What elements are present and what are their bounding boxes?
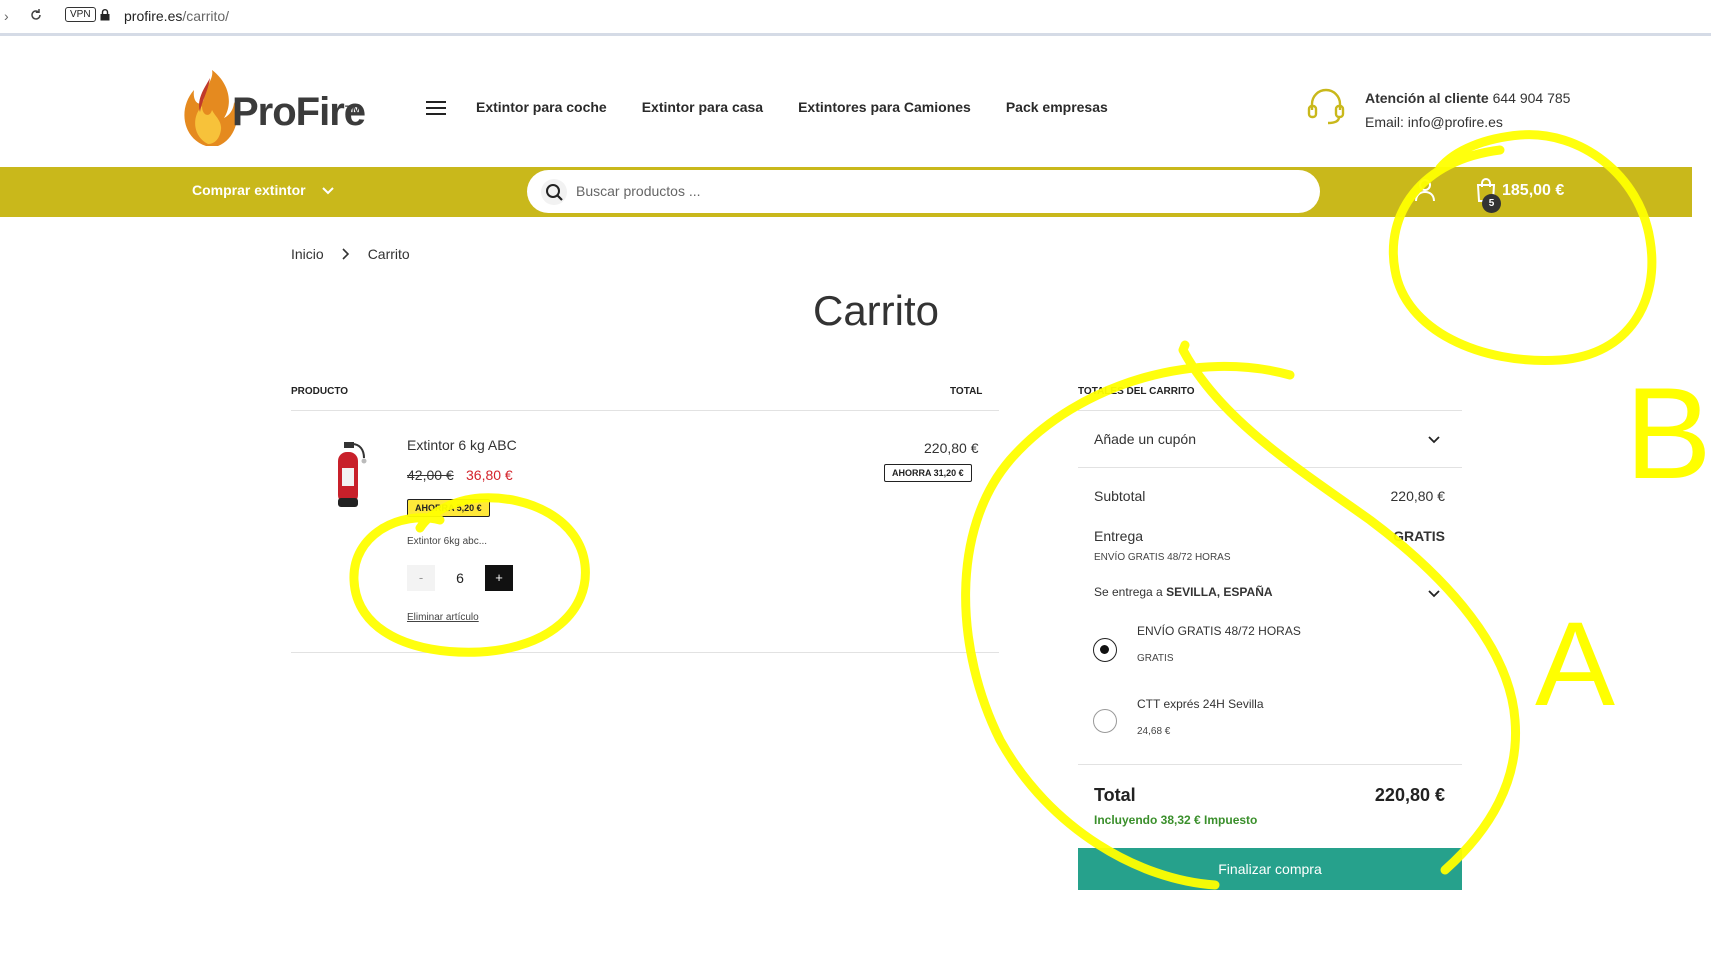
shipping-method: ENVÍO GRATIS 48/72 HORAS <box>1094 552 1231 563</box>
product-description: Extintor 6kg abc... <box>407 536 488 547</box>
ship-to-prefix: Se entrega a <box>1094 585 1163 599</box>
column-header-total: TOTAL <box>950 386 983 397</box>
breadcrumb-current: Carrito <box>367 246 410 262</box>
nav-pack-empresas[interactable]: Pack empresas <box>1006 99 1108 115</box>
totals-divider <box>1078 764 1462 765</box>
quantity-decrease-button[interactable]: - <box>407 565 435 591</box>
shipping-label: Entrega <box>1094 528 1144 544</box>
contact-phone[interactable]: 644 904 785 <box>1493 90 1571 106</box>
breadcrumb: Inicio Carrito <box>291 246 410 262</box>
main-nav: Extintor para coche Extintor para casa E… <box>476 99 1108 115</box>
savings-badge: AHORRA 5,20 € <box>407 499 490 517</box>
address-bar[interactable]: profire.es/carrito/ <box>124 8 229 24</box>
chevron-down-icon[interactable] <box>1428 436 1440 444</box>
contact-email[interactable]: Email: info@profire.es <box>1365 110 1570 134</box>
line-savings-badge: AHORRA 31,20 € <box>884 464 972 482</box>
shipping-option-free-radio[interactable] <box>1093 638 1117 662</box>
subtotal-label: Subtotal <box>1094 488 1146 504</box>
price-sale: 36,80 € <box>466 467 513 483</box>
annotation-letter-a: A <box>1535 597 1615 731</box>
forward-icon[interactable]: › <box>4 8 9 24</box>
lock-icon <box>100 9 110 21</box>
contact-label: Atención al cliente <box>1365 90 1489 106</box>
order-total-value: 220,80 € <box>1374 785 1445 805</box>
url-host: profire.es <box>124 8 183 24</box>
shipping-option-express-price: 24,68 € <box>1137 726 1171 737</box>
chevron-down-icon[interactable] <box>1428 590 1440 598</box>
shipping-option-express-radio[interactable] <box>1093 709 1117 733</box>
remove-item-link[interactable]: Eliminar artículo <box>407 612 479 623</box>
coupon-toggle[interactable]: Añade un cupón <box>1094 431 1196 447</box>
table-divider <box>291 410 999 411</box>
shipping-option-express-label[interactable]: CTT exprés 24H Sevilla <box>1137 697 1264 711</box>
buy-extinguisher-menu[interactable]: Comprar extintor <box>192 182 306 198</box>
cart-totals-title: TOTALES DEL CARRITO <box>1078 386 1195 397</box>
line-total: 220,80 € <box>924 440 979 456</box>
subtotal-value: 220,80 € <box>1390 488 1446 504</box>
tax-note: Incluyendo 38,32 € Impuesto <box>1094 813 1258 827</box>
nav-extintores-camiones[interactable]: Extintores para Camiones <box>798 99 971 115</box>
reload-icon[interactable] <box>29 8 43 22</box>
headset-icon <box>1307 88 1345 125</box>
cart-count-badge: 5 <box>1482 194 1501 213</box>
ship-to-toggle[interactable]: Se entrega a SEVILLA, ESPAÑA <box>1094 585 1273 599</box>
user-account-icon[interactable] <box>1414 178 1436 202</box>
search-icon[interactable] <box>541 179 567 205</box>
search-input[interactable] <box>576 176 1276 206</box>
nav-extintor-coche[interactable]: Extintor para coche <box>476 99 607 115</box>
chevron-down-icon[interactable] <box>322 186 334 196</box>
product-name[interactable]: Extintor 6 kg ABC <box>407 437 517 453</box>
price-original: 42,00 € <box>407 467 454 483</box>
cart-total-header[interactable]: 185,00 € <box>1502 182 1564 200</box>
page-title: Carrito <box>812 287 940 334</box>
nav-extintor-casa[interactable]: Extintor para casa <box>642 99 763 115</box>
menu-icon[interactable] <box>426 100 446 116</box>
shipping-option-free-price: GRATIS <box>1137 653 1174 664</box>
column-header-product: PRODUCTO <box>291 386 349 397</box>
browser-toolbar: › VPN profire.es/carrito/ <box>0 0 1711 36</box>
table-divider <box>291 652 999 653</box>
vpn-badge[interactable]: VPN <box>65 7 96 22</box>
quantity-increase-button[interactable]: + <box>485 565 513 591</box>
product-image-extinguisher[interactable] <box>328 440 370 510</box>
customer-service: Atención al cliente 644 904 785 Email: i… <box>1365 86 1570 134</box>
chevron-right-icon <box>342 248 349 260</box>
logo-trademark: TM <box>345 104 361 116</box>
order-total-label: Total <box>1094 785 1136 805</box>
shipping-value: GRATIS <box>1393 528 1445 544</box>
annotation-letter-b: B <box>1625 360 1711 506</box>
shipping-option-free-label[interactable]: ENVÍO GRATIS 48/72 HORAS <box>1137 624 1301 638</box>
ship-to-place: SEVILLA, ESPAÑA <box>1166 585 1273 599</box>
totals-divider <box>1078 467 1462 468</box>
totals-divider <box>1078 410 1462 411</box>
url-path: /carrito/ <box>182 8 230 24</box>
checkout-button[interactable]: Finalizar compra <box>1078 848 1462 890</box>
breadcrumb-home[interactable]: Inicio <box>291 246 324 262</box>
quantity-input[interactable] <box>435 565 485 591</box>
